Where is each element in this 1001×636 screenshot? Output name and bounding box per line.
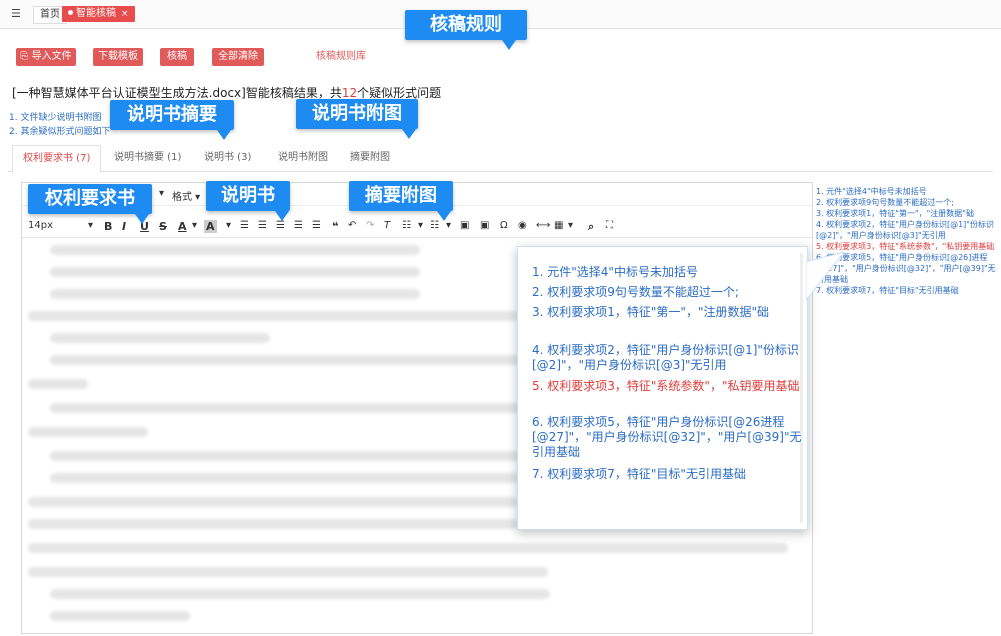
- callout-rules: 核稿规则: [405, 10, 527, 50]
- table-icon[interactable]: ▦: [554, 220, 563, 231]
- format-dropdown[interactable]: 格式 ▾: [172, 188, 200, 203]
- tab-specification[interactable]: 说明书 (3): [194, 145, 261, 171]
- callout-abstract: 说明书摘要: [110, 100, 234, 140]
- popup-issue-item[interactable]: 2. 权利要求项9句号数量不能超过一个;: [532, 285, 806, 300]
- popup-issue-item[interactable]: 7. 权利要求项7，特征"目标"无引用基础: [532, 467, 806, 482]
- tab-spec-figures[interactable]: 说明书附图: [268, 145, 338, 171]
- popup-issue-item[interactable]: 1. 元件"选择4"中标号未加括号: [532, 265, 806, 280]
- tab-abstract-figure[interactable]: 摘要附图: [340, 145, 400, 171]
- media-icon[interactable]: ▣: [480, 220, 489, 231]
- callout-specification: 说明书: [206, 181, 290, 221]
- font-color-icon[interactable]: A: [178, 220, 187, 233]
- menu-icon[interactable]: ☰: [11, 8, 22, 19]
- callout-spec-figures: 说明书附图: [296, 99, 418, 139]
- document-tabs: 权利要求书 (7) 说明书摘要 (1) 说明书 (3) 说明书附图 摘要附图: [8, 145, 993, 173]
- dropdown-arrow-icon[interactable]: ▾: [226, 220, 231, 231]
- dropdown-arrow-icon[interactable]: ▾: [568, 220, 573, 231]
- popup-issue-item[interactable]: 5. 权利要求项3，特征"系统参数"，"私钥要用基础: [532, 379, 806, 394]
- align-left-icon[interactable]: ☰: [240, 220, 249, 231]
- tab-claims[interactable]: 权利要求书 (7): [12, 145, 102, 173]
- close-tab-icon[interactable]: ×: [121, 9, 129, 19]
- issue-item[interactable]: 2. 权利要求项9句号数量不能超过一个;: [816, 197, 996, 208]
- fullscreen-icon[interactable]: ⛶: [606, 220, 613, 231]
- check-button[interactable]: 核稿: [160, 48, 194, 66]
- redo-icon[interactable]: ↷: [366, 220, 374, 231]
- dropdown-arrow-icon[interactable]: ▾: [159, 188, 164, 199]
- strikethrough-icon[interactable]: S: [159, 220, 167, 233]
- issue-item[interactable]: 1. 元件"选择4"中标号未加括号: [816, 186, 996, 197]
- font-size-value: 14px: [28, 220, 53, 231]
- align-justify-icon[interactable]: ☰: [294, 220, 303, 231]
- rules-library-link[interactable]: 核稿规则库: [316, 48, 366, 66]
- popup-issue-item[interactable]: 3. 权利要求项1，特征"第一"，"注册数据"础: [532, 305, 806, 320]
- quote-icon[interactable]: ❝: [332, 220, 338, 233]
- image-icon[interactable]: ▣: [460, 220, 469, 231]
- clear-format-icon[interactable]: T: [384, 220, 390, 231]
- tab-smart-check[interactable]: 智能核稿 ×: [62, 6, 135, 22]
- dropdown-arrow-icon[interactable]: ▾: [446, 220, 451, 231]
- import-file-button[interactable]: ⎘ 导入文件: [16, 48, 76, 66]
- undo-icon[interactable]: ↶: [348, 220, 356, 231]
- popup-pointer: [806, 252, 845, 301]
- special-char-icon[interactable]: Ω: [500, 220, 508, 231]
- download-template-button[interactable]: 下载模板: [93, 48, 143, 66]
- bold-icon[interactable]: B: [104, 220, 112, 233]
- bullet-list-icon[interactable]: ☷: [402, 220, 411, 231]
- dropdown-arrow-icon[interactable]: ▾: [418, 220, 423, 231]
- font-size-dropdown[interactable]: 14px: [28, 220, 53, 231]
- clear-all-button[interactable]: 全部清除: [212, 48, 264, 66]
- result-prefix: [一种智慧媒体平台认证模型生成方法.docx]智能核稿结果，共: [12, 86, 342, 100]
- summary-issue-2[interactable]: 2. 其余疑似形式问题如下: [9, 124, 110, 137]
- indent-icon[interactable]: ☰: [312, 220, 321, 231]
- issue-item[interactable]: 3. 权利要求项1，特征"第一"，"注册数据"础: [816, 208, 996, 219]
- import-file-label: 导入文件: [31, 51, 72, 62]
- issue-item[interactable]: 4. 权利要求项2，特征"用户身份标识[@1]"份标识[@2]"，"用户身份标识…: [816, 219, 996, 241]
- highlight-color-icon[interactable]: A: [204, 220, 217, 233]
- format-label: 格式: [172, 192, 192, 203]
- align-right-icon[interactable]: ☰: [276, 220, 285, 231]
- callout-abstract-figure: 摘要附图: [349, 181, 453, 221]
- popup-issue-item[interactable]: 6. 权利要求项5，特征"用户身份标识[@26进程[@27]"，"用户身份标识[…: [532, 415, 806, 460]
- align-center-icon[interactable]: ☰: [258, 220, 267, 231]
- preview-icon[interactable]: ◉: [518, 220, 527, 231]
- active-dot-icon: [68, 10, 73, 15]
- issue-zoom-popup: 1. 元件"选择4"中标号未加括号 2. 权利要求项9句号数量不能超过一个; 3…: [517, 246, 808, 530]
- summary-issue-1[interactable]: 1. 文件缺少说明书附图: [9, 110, 101, 123]
- dropdown-arrow-icon[interactable]: ▾: [88, 220, 93, 231]
- import-icon: ⎘: [20, 51, 29, 62]
- tab-abstract[interactable]: 说明书摘要 (1): [104, 145, 191, 171]
- dropdown-arrow-icon[interactable]: ▾: [192, 220, 197, 231]
- find-replace-icon[interactable]: ⌕: [588, 220, 594, 234]
- italic-icon[interactable]: I: [122, 220, 126, 233]
- callout-claims: 权利要求书: [28, 184, 152, 224]
- tab-smart-check-label: 智能核稿: [76, 8, 116, 19]
- popup-issue-item[interactable]: 4. 权利要求项2，特征"用户身份标识[@1]"份标识[@2]"，"用户身份标识…: [532, 343, 806, 373]
- result-count: 12: [341, 86, 358, 100]
- issue-item[interactable]: 5. 权利要求项3，特征"系统参数"，"私钥要用基础: [816, 241, 996, 252]
- result-suffix: 个疑似形式问题: [357, 86, 442, 100]
- horizontal-rule-icon[interactable]: ⟷: [536, 220, 550, 231]
- numbered-list-icon[interactable]: ☷: [430, 220, 439, 231]
